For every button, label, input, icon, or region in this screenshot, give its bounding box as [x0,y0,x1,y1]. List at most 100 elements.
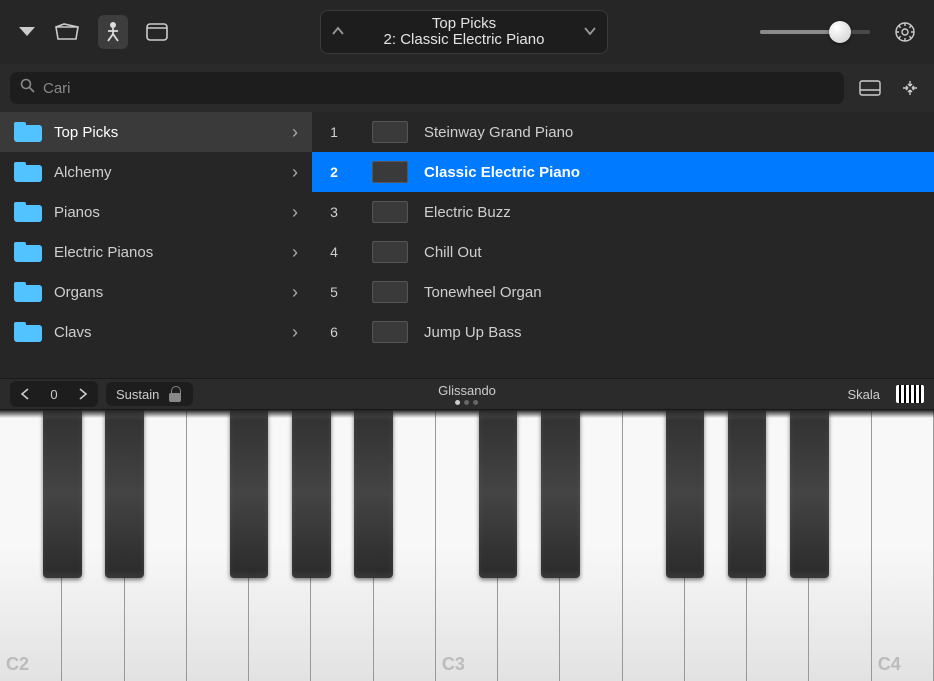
octave-label: C2 [6,654,29,675]
dot-2 [465,400,470,405]
instrument-number: 6 [312,324,356,340]
black-key[interactable] [541,410,580,578]
octave-value: 0 [40,387,68,402]
chevron-right-icon: › [292,162,298,183]
instrument-label: Chill Out [424,244,482,261]
black-key[interactable] [728,410,767,578]
instrument-label: Jump Up Bass [424,324,522,341]
tracks-icon[interactable] [54,23,80,41]
instrument-number: 1 [312,124,356,140]
search-icon [20,78,35,98]
instrument-thumb [370,236,410,268]
keyboard-mode[interactable]: Glissando [438,383,496,405]
instrument-thumb [370,196,410,228]
dot-1 [456,400,461,405]
search-field[interactable] [10,72,844,104]
sustain-button[interactable]: Sustain [106,382,193,406]
instrument-label: Tonewheel Organ [424,284,542,301]
chevron-down-icon[interactable] [583,23,597,41]
chevron-right-icon: › [292,242,298,263]
category-label: Top Picks [54,124,118,141]
view-toggle-button[interactable] [856,77,884,99]
instrument-item[interactable]: 5 Tonewheel Organ [312,272,934,312]
category-label: Pianos [54,204,100,221]
chevron-right-icon: › [292,322,298,343]
keyboard-size-icon[interactable] [896,385,924,403]
folder-icon [14,242,42,262]
lock-icon [169,386,183,402]
instrument-list[interactable]: 1 Steinway Grand Piano2 Classic Electric… [312,112,934,378]
instrument-number: 2 [312,164,356,180]
menu-dropdown-icon[interactable] [18,26,36,38]
instrument-item[interactable]: 1 Steinway Grand Piano [312,112,934,152]
white-key[interactable]: C4 [872,410,934,681]
category-list[interactable]: Top Picks › Alchemy › Pianos › Electric … [0,112,312,378]
category-label: Clavs [54,324,92,341]
black-key[interactable] [790,410,829,578]
octave-label: C3 [442,654,465,675]
instrument-thumb [370,316,410,348]
volume-slider[interactable] [760,30,870,34]
dot-3 [474,400,479,405]
instrument-label: Classic Electric Piano [424,164,580,181]
chevron-right-icon: › [292,122,298,143]
chevron-right-icon: › [292,202,298,223]
scale-button[interactable]: Skala [847,387,880,402]
instrument-item[interactable]: 6 Jump Up Bass [312,312,934,352]
keyboard-right-controls: Skala [847,385,924,403]
octave-control: 0 [10,381,98,407]
instrument-item[interactable]: 3 Electric Buzz [312,192,934,232]
instrument-item[interactable]: 4 Chill Out [312,232,934,272]
window-icon[interactable] [146,23,168,41]
folder-icon [14,162,42,182]
instrument-thumb [370,156,410,188]
octave-label: C4 [878,654,901,675]
folder-icon [14,202,42,222]
category-item[interactable]: Electric Pianos › [0,232,312,272]
category-item[interactable]: Clavs › [0,312,312,352]
volume-fill [760,30,840,34]
category-item[interactable]: Alchemy › [0,152,312,192]
page-dots [438,400,496,405]
instrument-thumb [370,116,410,148]
folder-icon [14,282,42,302]
preset-selector[interactable]: Top Picks 2: Classic Electric Piano [320,10,608,54]
gear-icon[interactable] [894,21,916,43]
sound-browser: Top Picks › Alchemy › Pianos › Electric … [0,112,934,378]
category-item[interactable]: Pianos › [0,192,312,232]
preset-subtitle: 2: Classic Electric Piano [345,32,583,49]
black-key[interactable] [354,410,393,578]
instrument-number: 5 [312,284,356,300]
black-key[interactable] [666,410,705,578]
library-icon[interactable] [98,15,128,49]
instrument-number: 4 [312,244,356,260]
category-item[interactable]: Organs › [0,272,312,312]
preset-text: Top Picks 2: Classic Electric Piano [345,16,583,49]
volume-thumb[interactable] [829,21,851,43]
instrument-item[interactable]: 2 Classic Electric Piano [312,152,934,192]
black-key[interactable] [230,410,269,578]
instrument-number: 3 [312,204,356,220]
black-key[interactable] [43,410,82,578]
octave-down-button[interactable] [12,383,38,405]
folder-icon [14,322,42,342]
keyboard-controls-bar: 0 Sustain Glissando Skala [0,378,934,410]
chevron-right-icon: › [292,282,298,303]
instrument-label: Steinway Grand Piano [424,124,573,141]
folder-icon [14,122,42,142]
instrument-thumb [370,276,410,308]
black-key[interactable] [105,410,144,578]
octave-up-button[interactable] [70,383,96,405]
preset-title: Top Picks [345,16,583,33]
black-key[interactable] [479,410,518,578]
chevron-up-icon[interactable] [331,23,345,41]
search-input[interactable] [43,80,834,97]
black-key[interactable] [292,410,331,578]
toolbar-left [18,15,168,49]
category-label: Alchemy [54,164,112,181]
search-row [0,64,934,112]
collapse-icon[interactable] [896,77,924,99]
sustain-label: Sustain [116,387,159,402]
piano-keyboard[interactable]: C2 C3 C4 [0,410,934,681]
category-item[interactable]: Top Picks › [0,112,312,152]
